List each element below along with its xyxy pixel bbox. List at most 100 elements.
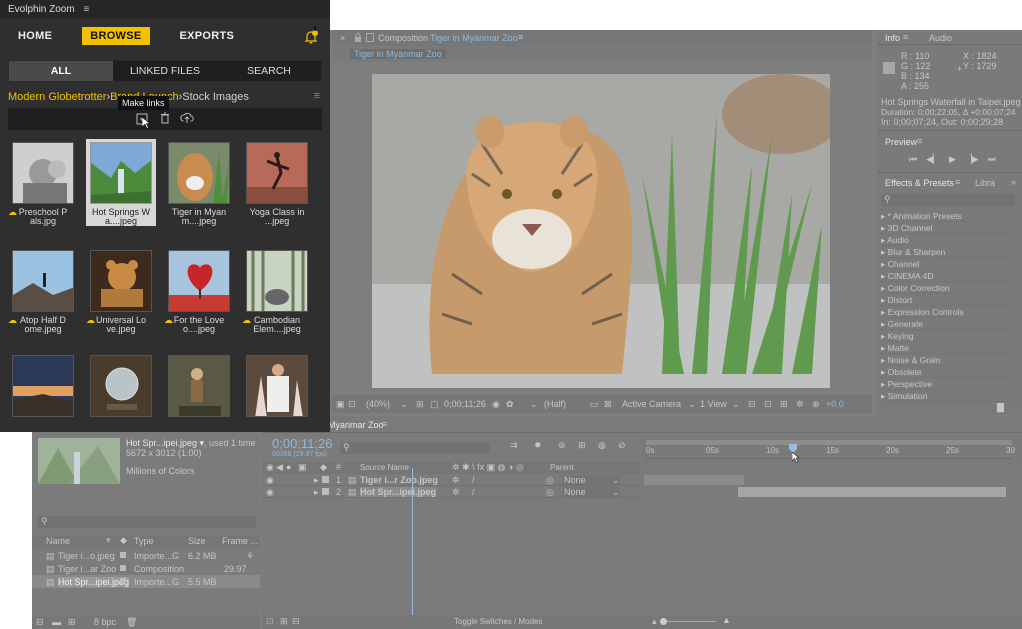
expand-icon[interactable]: ⊟ (292, 616, 300, 627)
chevron-down-icon[interactable]: ⌄ (400, 399, 408, 410)
label-swatch[interactable] (322, 488, 329, 495)
shy-icon[interactable]: ⊜ (558, 440, 566, 451)
effects-category[interactable]: ▸ Noise & Grain (881, 354, 1015, 366)
effects-category[interactable]: ▸ Color Correction (881, 282, 1015, 294)
effects-category[interactable]: ▸ Expression Controls (881, 306, 1015, 318)
effects-search-input[interactable]: ⚲ (881, 194, 1015, 206)
comp-flow-icon[interactable]: ⇉ (510, 440, 518, 451)
effects-category[interactable]: ▸ Obsolete (881, 366, 1015, 378)
chevron-down-icon[interactable]: ⌄ (530, 399, 538, 410)
asset-card[interactable]: ☁ Universal Lo ve.jpeg (86, 250, 156, 334)
asset-card[interactable]: ☁ Cambodian Elem....jpeg (242, 250, 312, 334)
tab-effects-presets[interactable]: Effects & Presets (885, 178, 954, 188)
nav-browse[interactable]: BROWSE (82, 27, 150, 45)
mask-icon[interactable]: ▢ (430, 399, 439, 410)
transparency-icon[interactable]: ⊠ (604, 399, 612, 410)
new-folder-icon[interactable]: ▇ (997, 402, 1004, 413)
zoom-out-icon[interactable]: ▴ (652, 616, 657, 627)
current-time[interactable]: 0;00;11;26 (444, 399, 486, 409)
cloud-upload-icon[interactable] (180, 112, 194, 124)
menu-icon[interactable]: ≡ (83, 4, 89, 15)
layer-row[interactable]: ◉ ▸ 2 ▤ Hot Spr...ipei.jpeg ✲ / ◎ None ⌄ (262, 486, 640, 498)
breadcrumb-level3[interactable]: Stock Images (182, 91, 249, 103)
effects-category[interactable]: ▸ 3D Channel (881, 222, 1015, 234)
layer-switch-icon[interactable]: ✲ (452, 487, 460, 498)
motion-blur-icon[interactable]: ◍ (598, 440, 606, 451)
menu-icon[interactable]: ≡ (917, 136, 922, 146)
zoom-select[interactable]: (40%) (366, 399, 390, 409)
comp-subtab[interactable]: Tiger in Myanmar Zoo (350, 49, 446, 59)
timeline-tab[interactable]: Myanmar Zoo (328, 420, 384, 430)
first-frame-icon[interactable]: ⏮ (909, 154, 917, 165)
exposure-value[interactable]: +0.0 (826, 399, 844, 409)
prev-frame-icon[interactable]: ◀▏ (926, 154, 940, 165)
export-icon[interactable]: ⊡ (764, 399, 772, 410)
toggle-icon[interactable]: ⊟ (748, 399, 756, 410)
col-parent[interactable]: Parent (550, 463, 574, 472)
layer-1-bar[interactable] (644, 475, 744, 485)
flowchart-icon[interactable]: ⊞ (780, 399, 788, 410)
grid-icon[interactable]: ⊞ (416, 399, 424, 410)
menu-icon[interactable]: ≡ (382, 419, 387, 429)
menu-icon[interactable]: ≡ (955, 177, 960, 187)
layer-2-bar[interactable] (738, 487, 1006, 497)
asset-card[interactable]: ☁ For the Love o....jpeg (164, 250, 234, 334)
work-area-bar[interactable] (646, 440, 1012, 445)
composition-viewer[interactable] (372, 74, 830, 388)
lock-icon[interactable] (354, 33, 362, 42)
table-row[interactable]: ▤ Hot Spr...ipei.jpeg Importe...G 5.5 MB (32, 575, 260, 588)
table-row[interactable]: ▤ Tiger i...o.jpeg Importe...G 6.2 MB ⚘ (32, 549, 260, 562)
asset-card[interactable] (8, 355, 78, 421)
zoom-in-icon[interactable]: ▲ (722, 615, 731, 625)
interpret-icon[interactable]: ⊟ (36, 617, 44, 628)
chevron-right-icon[interactable]: ▸ (314, 487, 319, 498)
views-select[interactable]: 1 View (700, 399, 727, 409)
chevron-right-icon[interactable]: » (1011, 177, 1016, 187)
toggle-switches-modes[interactable]: Toggle Switches / Modes (454, 617, 543, 626)
col-source-name[interactable]: Source Name (360, 463, 409, 472)
nav-home[interactable]: HOME (10, 27, 60, 45)
resolution-select[interactable]: (Half) (544, 399, 566, 409)
timeline-search-input[interactable]: ⚲ (340, 442, 490, 454)
effects-category[interactable]: ▸ Perspective (881, 378, 1015, 390)
exposure-icon[interactable]: ⊕ (812, 399, 820, 410)
tab-libraries[interactable]: Libra (975, 178, 995, 188)
label-swatch[interactable] (322, 476, 329, 483)
effects-category[interactable]: ▸ CINEMA 4D (881, 270, 1015, 282)
zoom-slider-thumb[interactable] (660, 618, 667, 625)
camera-icon[interactable]: ◉ (492, 399, 500, 410)
effects-category[interactable]: ▸ * Animation Presets (881, 210, 1015, 222)
col-size[interactable]: Size (188, 536, 206, 546)
snapshot-icon[interactable]: ▣ (336, 399, 345, 410)
asset-card-selected[interactable]: Hot Springs W a....jpeg (86, 139, 156, 226)
menu-icon[interactable]: ≡ (518, 32, 523, 42)
tab-search[interactable]: SEARCH (217, 61, 321, 81)
project-search-input[interactable]: ⚲ (38, 516, 256, 528)
bpc-label[interactable]: 8 bpc (94, 617, 116, 627)
pickwhip-icon[interactable]: ◎ (546, 475, 554, 486)
tab-audio[interactable]: Audio (929, 33, 952, 43)
chevron-down-icon[interactable]: ⌄ (732, 399, 740, 410)
flowchart-icon[interactable]: ⊞ (280, 616, 288, 627)
render-icon[interactable]: ⊡ (266, 616, 274, 627)
nav-exports[interactable]: EXPORTS (172, 27, 243, 45)
effects-category[interactable]: ▸ Simulation (881, 390, 1015, 402)
layer-row[interactable]: ◉ ▸ 1 ▤ Tiger i...r Zoo.jpeg ✲ / ◎ None ⌄ (262, 474, 640, 486)
asset-card[interactable] (242, 355, 312, 421)
asset-card[interactable]: Yoga Class in ...jpeg (242, 142, 312, 226)
asset-card[interactable]: ☁ Atop Half D ome.jpeg (8, 250, 78, 334)
effects-category[interactable]: ▸ Matte (881, 342, 1015, 354)
tab-all[interactable]: ALL (9, 61, 113, 81)
effects-category[interactable]: ▸ Channel (881, 258, 1015, 270)
play-icon[interactable]: ▶ (949, 154, 956, 165)
list-menu-icon[interactable]: ≡ (314, 90, 320, 102)
effects-category[interactable]: ▸ Generate (881, 318, 1015, 330)
breadcrumb-level1[interactable]: Modern Globetrotter (8, 91, 106, 103)
trash-icon[interactable]: 🗑 (126, 617, 137, 628)
next-frame-icon[interactable]: ▕▶ (965, 154, 979, 165)
comp-tab-prefix[interactable]: Composition (378, 33, 428, 43)
effects-category[interactable]: ▸ Distort (881, 294, 1015, 306)
close-icon[interactable]: × (340, 33, 345, 43)
folder-icon[interactable]: ▬ (52, 617, 61, 627)
quality-icon[interactable]: / (472, 475, 475, 485)
